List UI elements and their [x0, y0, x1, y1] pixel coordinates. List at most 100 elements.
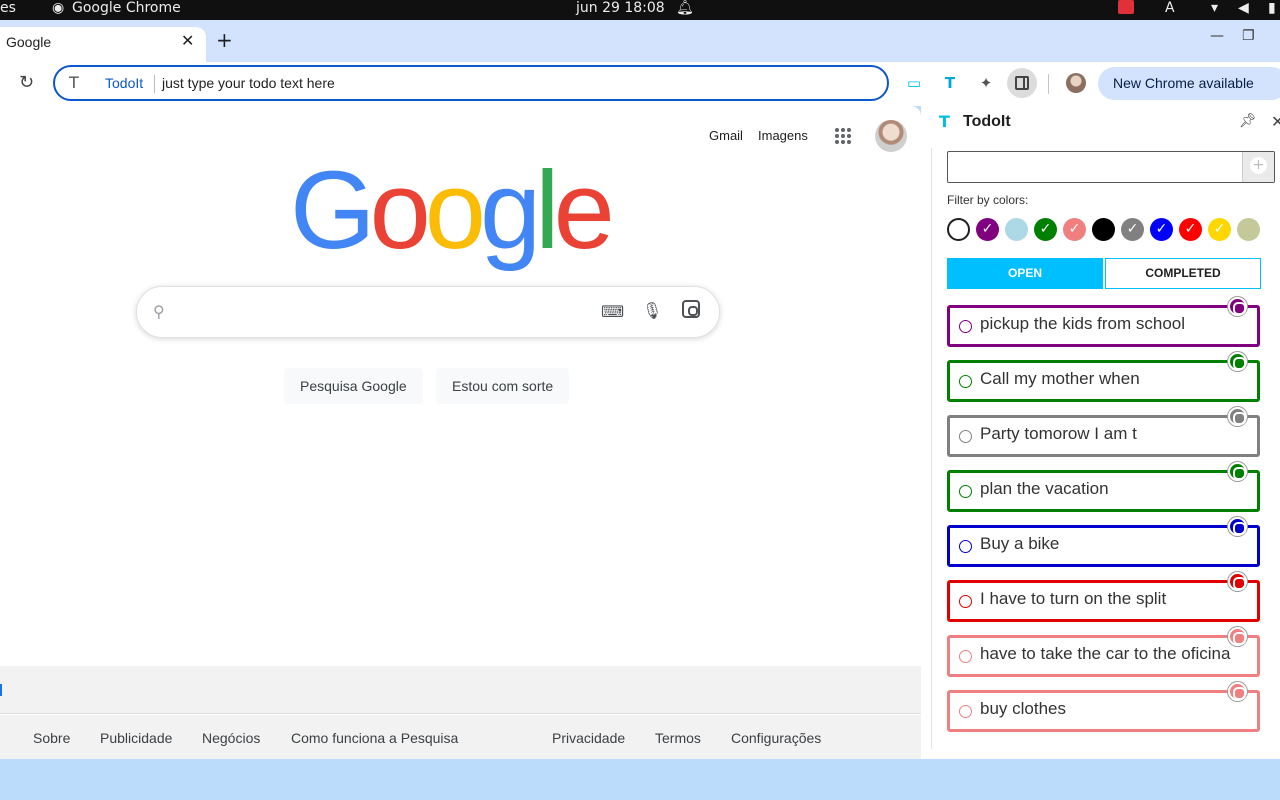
color-filter-lightblue[interactable] [1005, 218, 1028, 241]
clock[interactable]: jun 29 18:08 [576, 0, 665, 16]
todo-complete-checkbox[interactable] [959, 650, 972, 663]
account-avatar[interactable] [875, 120, 907, 152]
todo-complete-checkbox[interactable] [959, 485, 972, 498]
todo-text: have to take the car to the oficina [980, 644, 1231, 663]
color-filter-black[interactable] [1092, 218, 1115, 241]
os-top-bar: es ◉ Google Chrome jun 29 18:08 🔔︎ A ▾ ◀… [0, 0, 1280, 20]
keyboard-icon[interactable]: ⌨ [601, 302, 624, 321]
color-filter-khaki[interactable] [1237, 218, 1260, 241]
new-todo-input[interactable] [947, 151, 1275, 183]
search-icon: ⚲ [153, 302, 165, 321]
side-panel-toggle-icon[interactable] [1007, 68, 1037, 98]
todo-color-picker-icon[interactable] [1228, 627, 1247, 646]
todo-text: pickup the kids from school [980, 314, 1186, 333]
activities-label[interactable]: es [0, 0, 16, 16]
color-filter-red[interactable]: ✓ [1179, 218, 1202, 241]
color-filter-purple[interactable]: ✓ [976, 218, 999, 241]
todo-color-picker-icon[interactable] [1228, 297, 1247, 316]
anydesk-icon[interactable] [1118, 0, 1134, 14]
tab-title: Google [6, 34, 52, 50]
todo-color-picker-icon[interactable] [1228, 352, 1247, 371]
images-link[interactable]: Imagens [758, 128, 808, 143]
color-filter-green[interactable]: ✓ [1034, 218, 1057, 241]
apps-grid-icon[interactable] [835, 128, 851, 144]
address-bar[interactable]: T TodoIt just type your todo text here [53, 65, 889, 101]
google-logo: Google [290, 149, 615, 272]
update-chrome-button[interactable]: New Chrome available [1098, 67, 1280, 100]
reload-icon[interactable]: ↻ [19, 72, 34, 93]
footer-link-terms[interactable]: Termos [655, 730, 701, 746]
todo-item[interactable]: plan the vacation [947, 462, 1260, 512]
microphone-icon[interactable]: 🎙︎ [642, 301, 662, 320]
todo-color-picker-icon[interactable] [1228, 407, 1247, 426]
footer-link-privacy[interactable]: Privacidade [552, 730, 625, 746]
wifi-icon[interactable]: ▾ [1211, 0, 1218, 16]
footer-link-about[interactable]: Sobre [33, 730, 70, 746]
pin-icon[interactable]: 📌︎ [1239, 113, 1257, 129]
tab-open[interactable]: OPEN [947, 258, 1103, 289]
footer-link-settings[interactable]: Configurações [731, 730, 821, 746]
todo-text: Call my mother when [980, 369, 1140, 388]
todo-complete-checkbox[interactable] [959, 540, 972, 553]
battery-icon[interactable]: ▮ [1268, 0, 1276, 16]
profile-avatar[interactable] [1066, 73, 1086, 93]
google-search-button[interactable]: Pesquisa Google [284, 368, 423, 404]
tab-completed[interactable]: COMPLETED [1105, 258, 1261, 289]
todoit-extension-icon[interactable]: T [940, 73, 960, 93]
panel-title: TodoIt [963, 113, 1011, 130]
todo-item[interactable]: I have to turn on the split [947, 572, 1260, 622]
close-panel-icon[interactable]: ✕ [1271, 112, 1280, 131]
color-filter-none[interactable] [947, 218, 970, 241]
omnibox-input-text[interactable]: just type your todo text here [162, 75, 335, 91]
browser-toolbar: ↻ T TodoIt just type your todo text here… [0, 62, 1280, 106]
todo-complete-checkbox[interactable] [959, 375, 972, 388]
gmail-link[interactable]: Gmail [709, 128, 743, 143]
todoit-keyword-icon: T [69, 73, 79, 92]
todo-complete-checkbox[interactable] [959, 595, 972, 608]
todo-text: Buy a bike [980, 534, 1060, 553]
todo-item[interactable]: buy clothes [947, 682, 1260, 732]
keyboard-layout[interactable]: A [1165, 0, 1175, 16]
volume-icon[interactable]: ◀︎ [1238, 0, 1249, 16]
bell-icon[interactable]: 🔔︎ [676, 0, 694, 16]
color-filter-blue[interactable]: ✓ [1150, 218, 1173, 241]
footer-link-how-search-works[interactable]: Como funciona a Pesquisa [291, 730, 458, 746]
app-name[interactable]: Google Chrome [72, 0, 181, 16]
footer-link-advertising[interactable]: Publicidade [100, 730, 172, 746]
minimize-icon[interactable]: — [1210, 28, 1224, 44]
todo-text: plan the vacation [980, 479, 1109, 498]
todo-item[interactable]: Call my mother when [947, 352, 1260, 402]
todoit-logo-icon: T [939, 112, 950, 131]
todo-color-picker-icon[interactable] [1228, 462, 1247, 481]
search-input[interactable]: ⚲ ⌨ 🎙︎ [136, 286, 720, 338]
todo-text: buy clothes [980, 699, 1066, 718]
todo-complete-checkbox[interactable] [959, 430, 972, 443]
todo-color-picker-icon[interactable] [1228, 517, 1247, 536]
chrome-app-icon: ◉ [52, 0, 65, 16]
todo-complete-checkbox[interactable] [959, 705, 972, 718]
extensions-icon[interactable]: ✦ [976, 73, 996, 93]
close-icon[interactable]: ✕ [181, 31, 194, 50]
restore-icon[interactable]: ❐ [1242, 28, 1255, 44]
tab-strip: Google ✕ + — ❐ [0, 20, 1280, 62]
save-tab-icon[interactable]: ▭ [904, 73, 924, 93]
todo-item[interactable]: pickup the kids from school [947, 297, 1260, 347]
new-tab-button[interactable]: + [216, 28, 233, 52]
camera-lens-icon[interactable] [682, 300, 700, 318]
color-filter-gold[interactable]: ✓ [1208, 218, 1231, 241]
footer-link-business[interactable]: Negócios [202, 730, 260, 746]
tab-google[interactable]: Google ✕ [0, 27, 206, 62]
feeling-lucky-button[interactable]: Estou com sorte [436, 368, 570, 404]
todo-complete-checkbox[interactable] [959, 320, 972, 333]
todo-item[interactable]: Party tomorow I am t [947, 407, 1260, 457]
toolbar-divider [1048, 74, 1049, 94]
omnibox-separator [154, 75, 155, 93]
todo-color-picker-icon[interactable] [1228, 572, 1247, 591]
add-todo-button[interactable] [1242, 152, 1274, 182]
color-filter-lightcoral[interactable]: ✓ [1063, 218, 1086, 241]
color-filter-gray[interactable]: ✓ [1121, 218, 1144, 241]
todo-item[interactable]: have to take the car to the oficina [947, 627, 1260, 677]
todo-item[interactable]: Buy a bike [947, 517, 1260, 567]
footer-links: Sobre Publicidade Negócios Como funciona… [0, 715, 921, 759]
todo-color-picker-icon[interactable] [1228, 682, 1247, 701]
